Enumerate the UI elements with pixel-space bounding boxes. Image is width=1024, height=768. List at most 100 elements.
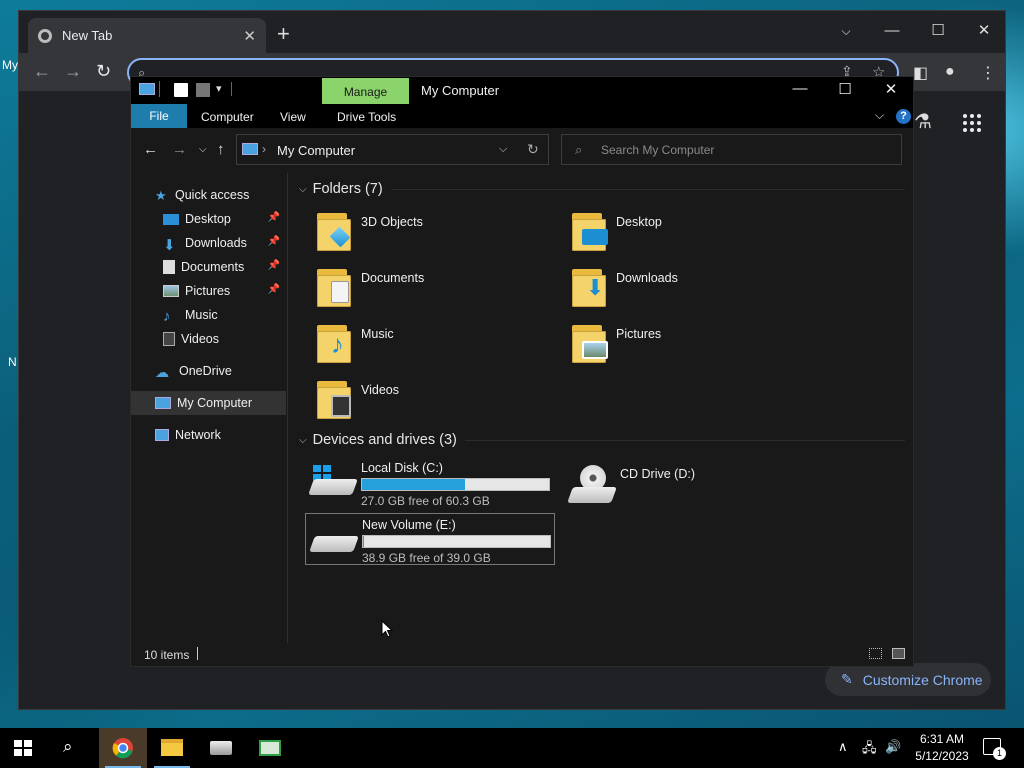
forward-icon[interactable]: → xyxy=(172,141,187,158)
group-title: Folders (7) xyxy=(312,181,383,197)
address-bar[interactable]: › My Computer ⌵ ↻ xyxy=(236,134,549,165)
drive-name: CD Drive (D:) xyxy=(620,467,695,481)
properties-icon[interactable] xyxy=(174,83,188,97)
recent-locations-chevron-icon[interactable]: ⌵ xyxy=(199,144,207,155)
notification-icon[interactable]: 1 xyxy=(983,738,1006,760)
mouse-cursor-icon xyxy=(381,620,393,638)
nav-item-desktop[interactable]: Desktop 📌 xyxy=(131,207,286,231)
window-title: My Computer xyxy=(421,83,500,98)
new-folder-icon[interactable] xyxy=(196,83,210,97)
nav-item-onedrive[interactable]: ☁ OneDrive xyxy=(131,359,286,383)
search-input[interactable]: ⌕ Search My Computer xyxy=(561,134,902,165)
folder-desktop-icon xyxy=(570,209,608,253)
reload-icon[interactable]: ↻ xyxy=(96,61,111,82)
refresh-icon[interactable]: ↻ xyxy=(527,141,539,158)
address-dropdown-chevron-icon[interactable]: ⌵ xyxy=(499,143,507,156)
content-pane: ⌵ Folders (7) 3D Objects Desktop Documen… xyxy=(291,173,913,643)
close-tab-icon[interactable]: ✕ xyxy=(243,27,256,45)
tab-drive-tools[interactable]: Drive Tools xyxy=(337,110,396,124)
nav-item-quick-access[interactable]: ★ Quick access xyxy=(131,183,286,207)
folder-name: Music xyxy=(361,327,394,341)
notification-count-badge: 1 xyxy=(993,747,1006,760)
drive-item[interactable]: New Volume (E:) 38.9 GB free of 39.0 GB xyxy=(305,513,555,565)
nav-item-network[interactable]: Network xyxy=(131,423,286,447)
help-icon[interactable]: ? xyxy=(896,109,911,124)
folder-3d-objects-icon xyxy=(315,209,353,253)
navigation-pane: ★ Quick access Desktop 📌 ⬇ Downloads 📌 D… xyxy=(131,173,288,643)
tab-file[interactable]: File xyxy=(131,104,187,128)
pin-icon: 📌 xyxy=(267,284,280,295)
new-tab-button[interactable]: + xyxy=(277,23,290,45)
computer-icon xyxy=(242,143,258,155)
folder-item[interactable]: Documents xyxy=(315,265,555,313)
folder-item[interactable]: Desktop xyxy=(570,209,810,257)
folder-item[interactable]: Videos xyxy=(315,377,555,425)
drive-item[interactable]: CD Drive (D:) xyxy=(564,457,814,509)
apps-grid-icon[interactable] xyxy=(963,114,981,132)
search-icon: ⌕ xyxy=(575,142,583,157)
manage-tab[interactable]: Manage xyxy=(322,78,409,105)
menu-icon[interactable]: ⋮ xyxy=(980,63,996,83)
expand-ribbon-chevron-icon[interactable]: ⌵ xyxy=(875,108,884,123)
nav-item-music[interactable]: ♪ Music xyxy=(131,303,286,327)
tab-view[interactable]: View xyxy=(280,110,306,124)
nav-item-documents[interactable]: Documents 📌 xyxy=(131,255,286,279)
customize-qat-icon[interactable]: ▾ xyxy=(216,82,222,95)
minimize-button[interactable]: — xyxy=(869,17,915,45)
folder-item[interactable]: Pictures xyxy=(570,321,810,369)
cloud-icon: ☁ xyxy=(155,364,169,380)
pin-icon: 📌 xyxy=(267,260,280,271)
minimize-button[interactable]: — xyxy=(777,80,823,97)
nav-item-videos[interactable]: Videos xyxy=(131,327,286,351)
back-icon[interactable]: ← xyxy=(33,61,51,82)
folder-item[interactable]: ⬇ Downloads xyxy=(570,265,810,313)
taskbar-app-monitor[interactable] xyxy=(246,728,294,768)
close-button[interactable]: ✕ xyxy=(868,80,914,98)
drives-group-header[interactable]: ⌵ Devices and drives (3) xyxy=(299,432,905,448)
tab-computer[interactable]: Computer xyxy=(201,110,254,124)
folder-videos-icon xyxy=(315,377,353,421)
nav-label: Videos xyxy=(181,332,219,346)
labs-flask-icon[interactable]: ⚗ xyxy=(914,109,932,134)
windows-start-icon[interactable] xyxy=(14,740,32,756)
system-clock[interactable]: 6:31 AM 5/12/2023 xyxy=(911,731,973,765)
nav-item-pictures[interactable]: Pictures 📌 xyxy=(131,279,286,303)
explorer-title-bar: ▾ Manage My Computer — ☐ ✕ xyxy=(131,77,914,105)
maximize-button[interactable]: ☐ xyxy=(915,17,961,45)
maximize-button[interactable]: ☐ xyxy=(822,80,868,98)
volume-icon[interactable]: 🔊 xyxy=(885,739,901,755)
nav-item-downloads[interactable]: ⬇ Downloads 📌 xyxy=(131,231,286,255)
taskbar-app-drive[interactable] xyxy=(197,728,245,768)
breadcrumb-chevron-icon[interactable]: › xyxy=(262,142,266,156)
music-note-icon: ♪ xyxy=(163,308,171,325)
taskbar-chrome[interactable] xyxy=(99,728,147,768)
clock-date: 5/12/2023 xyxy=(915,749,969,763)
folders-group-header[interactable]: ⌵ Folders (7) xyxy=(299,181,905,197)
pencil-icon: ✎ xyxy=(841,671,853,687)
status-bar: 10 items xyxy=(131,643,913,667)
up-icon[interactable]: ↑ xyxy=(217,141,225,158)
taskbar-file-explorer[interactable] xyxy=(148,728,196,768)
customize-chrome-button[interactable]: ✎ Customize Chrome xyxy=(825,663,991,696)
details-view-icon[interactable] xyxy=(869,648,882,659)
desktop-icon-label: My xyxy=(2,58,18,72)
folder-item[interactable]: ♪ Music xyxy=(315,321,555,369)
profile-icon[interactable]: ● xyxy=(945,63,955,81)
folder-name: Downloads xyxy=(616,271,678,285)
network-icon[interactable]: 🖧 xyxy=(862,739,877,761)
folder-item[interactable]: 3D Objects xyxy=(315,209,555,257)
back-icon[interactable]: ← xyxy=(143,141,158,158)
nav-item-my-computer[interactable]: My Computer xyxy=(131,391,286,415)
breadcrumb[interactable]: My Computer xyxy=(277,143,355,158)
tab-search-chevron-icon[interactable]: ⌵ xyxy=(823,17,869,45)
monitor-app-icon xyxy=(259,740,281,756)
forward-icon[interactable]: → xyxy=(64,61,82,82)
close-button[interactable]: ✕ xyxy=(961,17,1007,45)
nav-label: Desktop xyxy=(185,212,231,226)
search-icon[interactable]: ⌕ xyxy=(63,737,73,757)
drive-item[interactable]: Local Disk (C:) 27.0 GB free of 60.3 GB xyxy=(305,457,555,509)
chrome-tab[interactable]: New Tab ✕ xyxy=(28,18,266,53)
show-hidden-icons-chevron-icon[interactable]: ∧ xyxy=(838,739,848,755)
side-panel-icon[interactable]: ◧ xyxy=(913,63,928,83)
large-icons-view-icon[interactable] xyxy=(892,648,905,659)
